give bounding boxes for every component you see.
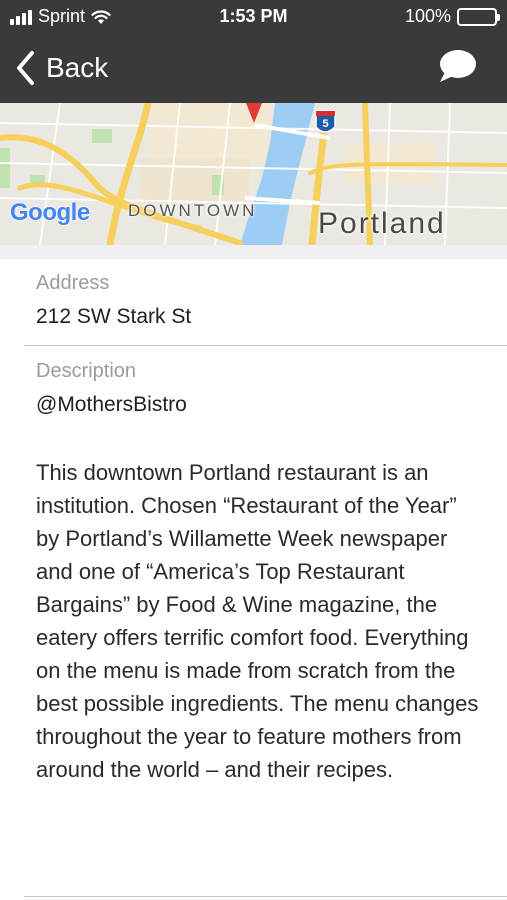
speech-bubble-icon[interactable] [437, 48, 477, 86]
battery-icon [457, 7, 500, 26]
chevron-left-icon [17, 51, 34, 85]
divider [24, 345, 507, 346]
map-city-label: Portland [318, 207, 446, 240]
status-right: 100% [404, 6, 500, 27]
navigation-bar: Back [0, 34, 507, 103]
description-text: This downtown Portland restaurant is an … [36, 460, 479, 782]
battery-percent: 100% [404, 6, 451, 26]
location-map[interactable]: 5 Google DOWNTOWN Portland [0, 103, 507, 245]
description-label: Description [36, 360, 137, 382]
bottom-divider [24, 896, 507, 897]
google-logo: Google [10, 199, 90, 226]
status-bar: Sprint 1:53 PM 100% [0, 0, 507, 34]
social-handle[interactable]: @MothersBistro [36, 393, 496, 417]
address-value[interactable]: 212 SW Stark St [36, 305, 496, 329]
description-section: Description @MothersBistro [36, 360, 496, 417]
top-bar: Sprint 1:53 PM 100% Back [0, 0, 507, 103]
map-district-label: DOWNTOWN [128, 201, 258, 220]
highway-shield-number: 5 [322, 118, 329, 130]
section-gap [0, 245, 507, 259]
address-label: Address [36, 272, 110, 294]
back-label: Back [46, 52, 109, 83]
back-button[interactable]: Back [12, 48, 108, 88]
address-section: Address 212 SW Stark St [36, 272, 496, 329]
